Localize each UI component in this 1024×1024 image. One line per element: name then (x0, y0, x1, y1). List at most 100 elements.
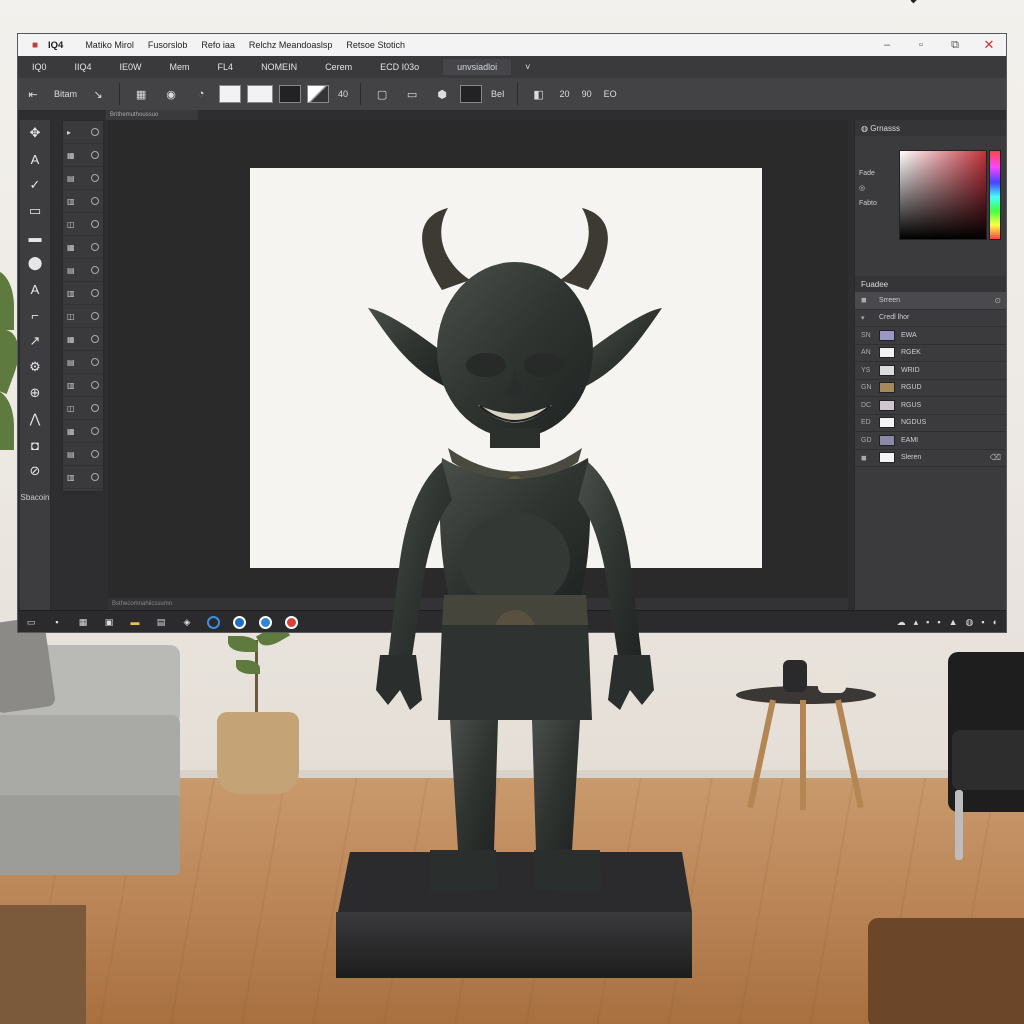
tool-option-row[interactable]: ◫ (63, 397, 103, 420)
gear-icon[interactable]: ⚙ (20, 354, 50, 380)
pen-icon[interactable]: ✓ (20, 172, 50, 198)
option-value[interactable]: 20 (554, 89, 576, 99)
swatch-gradient[interactable] (307, 85, 330, 103)
path-icon[interactable]: ⋀ (20, 406, 50, 432)
minimize-button[interactable]: – (870, 34, 904, 56)
title-menu-item[interactable]: Retsoe Stotich (346, 40, 405, 50)
folder-icon[interactable]: ▬ (122, 613, 148, 631)
color-picker-field[interactable] (899, 150, 987, 240)
option-value[interactable]: 90 (576, 89, 598, 99)
app-circle-icon[interactable] (252, 613, 278, 631)
restore-button[interactable]: ▫ (904, 34, 938, 56)
marquee-icon[interactable]: ▭ (20, 198, 50, 224)
menu-item[interactable]: IQ0 (18, 62, 61, 72)
layer-id[interactable]: YS (861, 367, 879, 374)
swatch-white[interactable] (219, 85, 242, 103)
tray-icon[interactable]: ▪ (981, 617, 984, 627)
option-value[interactable]: EO (598, 89, 623, 99)
frame-icon[interactable]: ▢ (370, 84, 394, 104)
layer-group-row[interactable]: ▾ Credl lhor (855, 310, 1006, 327)
layer-id[interactable]: SN (861, 332, 879, 339)
swatch-white-wide[interactable] (247, 85, 274, 103)
layer-id[interactable]: ED (861, 419, 879, 426)
type-tool-icon[interactable]: A (20, 276, 50, 302)
options-label[interactable]: Bitam (48, 89, 83, 99)
window-icon[interactable]: ▣ (96, 613, 122, 631)
layer-id[interactable]: DC (861, 402, 879, 409)
tool-option-row[interactable]: ▸ (63, 121, 103, 144)
app-red-icon[interactable] (278, 613, 304, 631)
tool-option-row[interactable]: ▤ (63, 167, 103, 190)
document-icon[interactable]: ▤ (148, 613, 174, 631)
start-icon[interactable]: ▭ (18, 613, 44, 631)
title-menu-item[interactable]: Fusorslob (148, 40, 188, 50)
tool-option-row[interactable]: ▥ (63, 282, 103, 305)
close-button[interactable]: ✕ (972, 34, 1006, 56)
layers-header-row[interactable]: ◼ Srreen ⊙ (855, 292, 1006, 310)
color-mode-icon[interactable]: ◎ (859, 181, 877, 196)
layers-footer-row[interactable]: ◼ Sleren ⌫ (855, 450, 1006, 467)
swatch-dark[interactable] (279, 85, 302, 103)
hue-slider[interactable] (989, 150, 1001, 240)
tray-icon[interactable]: ▪ (937, 617, 940, 627)
brush-icon[interactable]: ⬤ (20, 250, 50, 276)
crop-icon[interactable]: ⌐ (20, 302, 50, 328)
settings-icon[interactable]: ⊙ (994, 296, 1001, 305)
app-icon[interactable]: ◈ (174, 613, 200, 631)
tray-icon[interactable]: ▴ (914, 617, 919, 628)
trash-icon[interactable]: ⌫ (990, 453, 1001, 462)
tool-option-row[interactable]: ▤ (63, 259, 103, 282)
workspace-dropdown[interactable]: unvsiadloi (443, 59, 512, 75)
network-icon[interactable]: ▲ (949, 617, 958, 627)
title-menu-item[interactable]: Refo iaa (201, 40, 235, 50)
shape-icon[interactable]: ▬ (20, 224, 50, 250)
option-value[interactable]: 40 (332, 89, 354, 99)
move-icon[interactable]: ✥ (20, 120, 50, 146)
menu-item[interactable]: FL4 (204, 62, 248, 72)
file-icon[interactable]: ▪ (44, 613, 70, 631)
tool-option-row[interactable]: ▦ (63, 144, 103, 167)
layer-row[interactable]: AN RGEK (855, 345, 1006, 362)
tool-option-row[interactable]: ▤ (63, 443, 103, 466)
tool-option-row[interactable]: ▦ (63, 236, 103, 259)
menu-item[interactable]: IE0W (106, 62, 156, 72)
tool-option-row[interactable]: ▥ (63, 190, 103, 213)
back-arrow-icon[interactable]: ⇤ (21, 84, 45, 104)
menu-item[interactable]: Cerem (311, 62, 366, 72)
layer-row[interactable]: YS WRID (855, 362, 1006, 380)
type-icon[interactable]: A (20, 146, 50, 172)
tool-option-row[interactable]: ◫ (63, 305, 103, 328)
target-icon[interactable]: ◉ (159, 84, 183, 104)
layer-row[interactable]: GN RGUD (855, 380, 1006, 397)
layer-row[interactable]: ED NGDUS (855, 415, 1006, 432)
tool-option-row[interactable]: ▥ (63, 466, 103, 489)
folder-icon[interactable]: ▾ (861, 314, 879, 322)
app-circle-icon[interactable] (226, 613, 252, 631)
menu-chevron-icon[interactable]: ˅ (511, 62, 544, 72)
document-tab[interactable]: Brithemuthoussuo (106, 110, 198, 120)
maximize-button[interactable]: ⧉ (938, 34, 972, 56)
layer-id[interactable]: GN (861, 384, 879, 391)
option-value[interactable]: BeI (485, 89, 511, 99)
tool-option-row[interactable]: ▥ (63, 374, 103, 397)
stamp-icon[interactable]: ⬢ (430, 84, 454, 104)
title-menu-item[interactable]: Relchz Meandoaslsp (249, 40, 333, 50)
title-menu-item[interactable]: Matiko Mirol (85, 40, 134, 50)
lasso-icon[interactable]: ↗ (20, 328, 50, 354)
menu-item[interactable]: IIQ4 (61, 62, 106, 72)
grid-icon[interactable]: ▦ (70, 613, 96, 631)
shield-icon[interactable]: ◘ (20, 432, 50, 458)
pen-icon[interactable]: ↘ (86, 84, 110, 104)
menu-item[interactable]: Mem (156, 62, 204, 72)
volume-icon[interactable]: ◐ (993, 617, 998, 627)
layer-row[interactable]: DC RGUS (855, 397, 1006, 415)
menu-item[interactable]: ECD I03o (366, 62, 433, 72)
monitor-icon[interactable]: ▭ (400, 84, 424, 104)
tool-option-row[interactable]: ◫ (63, 213, 103, 236)
tool-option-row[interactable]: ▤ (63, 351, 103, 374)
tray-icon[interactable]: ▪ (926, 617, 929, 627)
wifi-icon[interactable]: ◍ (966, 617, 974, 628)
tool-option-row[interactable]: ▦ (63, 328, 103, 351)
layer-row[interactable]: GD EAMI (855, 432, 1006, 450)
menu-item[interactable]: NOMEIN (247, 62, 311, 72)
